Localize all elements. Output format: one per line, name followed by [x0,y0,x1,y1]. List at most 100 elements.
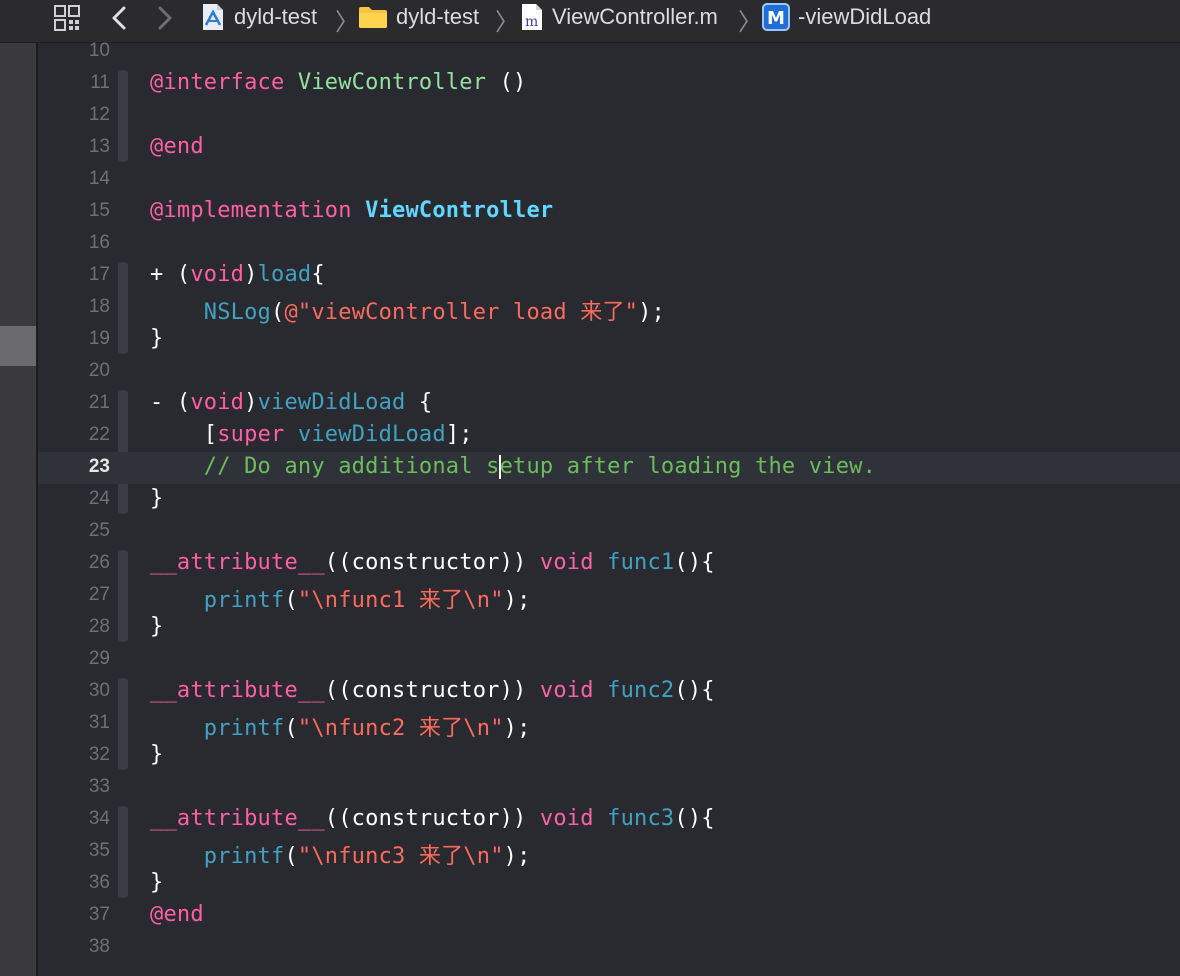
code-text[interactable]: __attribute__((constructor)) void func2(… [150,678,715,703]
code-text[interactable]: [super viewDidLoad]; [150,422,473,447]
code-text[interactable]: @end [150,902,204,927]
line-number: 23 [88,456,110,477]
back-chevron-icon[interactable] [108,4,132,32]
code-token: } [150,870,164,895]
code-line[interactable]: 25 [38,516,1180,548]
code-line[interactable]: 32} [38,740,1180,772]
code-text[interactable]: printf("\nfunc3 来了\n"); [150,838,531,870]
code-line[interactable]: 17 + (void)load{ [38,260,1180,292]
code-token: [ [150,422,218,447]
code-token: () [486,70,527,95]
code-token: } [150,486,164,511]
code-token: __attribute__ [150,678,325,703]
code-text[interactable]: } [150,742,163,767]
line-number: 13 [88,136,110,157]
code-line[interactable]: 16 [38,228,1180,260]
code-text[interactable]: + (void)load{ [150,262,325,287]
code-line[interactable]: 13 @end [38,132,1180,164]
code-line[interactable]: 35 printf("\nfunc3 来了\n"); [38,836,1180,870]
related-items-grid-icon[interactable] [54,5,80,31]
code-token: } [150,742,164,767]
code-token: ]; [445,422,473,447]
code-text[interactable]: NSLog(@"viewController load 来了"); [150,294,665,326]
code-line[interactable]: 21 - (void)viewDidLoad { [38,388,1180,420]
code-token: NSLog [203,300,272,325]
code-line[interactable]: 11 @interface ViewController () [38,68,1180,100]
code-text[interactable]: @interface ViewController () [150,70,526,95]
code-line[interactable]: 14 [38,164,1180,196]
code-text[interactable]: __attribute__((constructor)) void func3(… [150,806,715,831]
code-line[interactable]: 19} [38,324,1180,356]
code-line[interactable]: 34 __attribute__((constructor)) void func… [38,804,1180,836]
code-line[interactable]: 20 [38,356,1180,388]
code-token: func2 [607,678,675,703]
breadcrumb-group[interactable]: dyld-test [358,0,479,34]
line-number: 33 [88,776,110,797]
forward-chevron-icon[interactable] [152,4,176,32]
code-token: @end [150,902,204,927]
code-text[interactable]: @implementation ViewController [150,198,553,223]
code-token: etup after loading the view. [499,454,877,479]
code-token: ); [503,716,531,741]
code-line[interactable]: 24} [38,484,1180,516]
code-token: ((constructor)) [324,806,540,831]
code-token: } [150,326,164,351]
code-line[interactable]: 10 [38,36,1180,68]
code-line[interactable]: 37 @end [38,900,1180,932]
breadcrumb-file[interactable]: m ViewController.m [520,0,718,34]
code-text[interactable]: } [150,614,163,639]
code-line[interactable]: 28} [38,612,1180,644]
code-token: ( [271,300,285,325]
objc-m-file-icon: m [522,4,542,30]
code-line[interactable]: 31 printf("\nfunc2 来了\n"); [38,708,1180,742]
line-number: 28 [88,616,110,637]
code-text[interactable]: - (void)viewDidLoad { [150,390,432,415]
code-line[interactable]: 38 [38,932,1180,964]
code-line[interactable]: 30 __attribute__((constructor)) void func… [38,676,1180,708]
breadcrumb-method[interactable]: M -viewDidLoad [762,0,931,34]
code-line[interactable]: 15 @implementation ViewController [38,196,1180,228]
code-token: (){ [674,550,715,575]
code-line[interactable]: 22 [super viewDidLoad]; [38,420,1180,452]
code-token: printf [203,716,285,741]
code-text[interactable]: // Do any additional setup after loading… [150,454,876,479]
code-token: super [217,422,285,447]
line-number: 14 [88,168,110,189]
code-text[interactable]: __attribute__((constructor)) void func1(… [150,550,715,575]
svg-text:M: M [767,8,785,29]
code-line[interactable]: 18 NSLog(@"viewController load 来了"); [38,292,1180,326]
code-token: viewDidLoad [297,422,446,447]
code-text[interactable]: @end [150,134,204,159]
code-token: ); [503,844,531,869]
code-line[interactable]: 23 // Do any additional setup after load… [38,452,1180,484]
line-number: 25 [88,520,110,541]
line-number: 16 [88,232,110,253]
breadcrumb-project[interactable]: dyld-test [200,0,317,34]
code-line[interactable]: 33 [38,772,1180,804]
source-editor[interactable]: 10 11 @interface ViewController () 12 13 @end… [38,40,1180,976]
code-token: "\nfunc3 来了\n" [297,844,504,869]
code-text[interactable]: printf("\nfunc1 来了\n"); [150,582,531,614]
code-text[interactable]: } [150,326,163,351]
code-line[interactable]: 26 __attribute__((constructor)) void func… [38,548,1180,580]
line-number: 27 [88,584,110,605]
line-number: 15 [88,200,110,221]
code-token: @interface [150,70,298,95]
code-line[interactable]: 36} [38,868,1180,900]
code-token: void [190,390,245,415]
code-text[interactable]: printf("\nfunc2 来了\n"); [150,710,531,742]
breadcrumb-file-label: ViewController.m [552,4,718,29]
code-line[interactable]: 12 [38,100,1180,132]
code-line[interactable]: 29 [38,644,1180,676]
code-token: + ( [150,262,191,287]
code-line[interactable]: 27 printf("\nfunc1 来了\n"); [38,580,1180,614]
code-text[interactable]: } [150,870,163,895]
code-token: { [311,262,325,287]
code-text[interactable]: } [150,486,163,511]
xcode-project-icon [203,4,223,30]
line-number: 34 [88,808,110,829]
breadcrumb-project-label: dyld-test [234,4,318,29]
